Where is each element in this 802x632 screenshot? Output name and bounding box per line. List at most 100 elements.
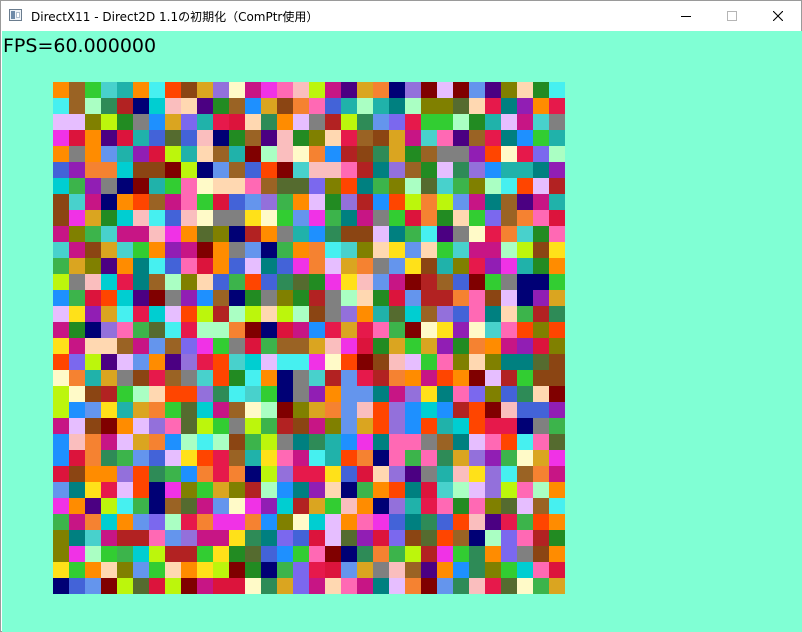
grid-tile [149, 514, 165, 530]
grid-tile [373, 482, 389, 498]
grid-tile [261, 114, 277, 130]
grid-tile [165, 434, 181, 450]
grid-tile [277, 130, 293, 146]
grid-tile [69, 386, 85, 402]
grid-tile [85, 354, 101, 370]
grid-tile [261, 578, 277, 594]
grid-tile [341, 162, 357, 178]
grid-tile [341, 178, 357, 194]
grid-tile [85, 338, 101, 354]
grid-tile [133, 450, 149, 466]
grid-tile [181, 338, 197, 354]
grid-tile [373, 562, 389, 578]
grid-tile [389, 242, 405, 258]
grid-tile [453, 146, 469, 162]
grid-tile [261, 162, 277, 178]
grid-tile [453, 98, 469, 114]
close-button[interactable] [755, 1, 801, 31]
grid-tile [181, 114, 197, 130]
grid-tile [373, 290, 389, 306]
grid-tile [373, 178, 389, 194]
grid-tile [421, 434, 437, 450]
grid-tile [469, 530, 485, 546]
grid-tile [165, 226, 181, 242]
grid-tile [213, 498, 229, 514]
grid-tile [533, 242, 549, 258]
grid-tile [453, 178, 469, 194]
grid-tile [213, 194, 229, 210]
grid-tile [485, 434, 501, 450]
grid-tile [181, 162, 197, 178]
grid-tile [293, 162, 309, 178]
grid-tile [517, 418, 533, 434]
grid-tile [437, 242, 453, 258]
grid-tile [261, 178, 277, 194]
grid-tile [485, 82, 501, 98]
grid-tile [341, 226, 357, 242]
grid-tile [277, 162, 293, 178]
grid-tile [293, 450, 309, 466]
grid-tile [181, 370, 197, 386]
grid-tile [405, 258, 421, 274]
grid-tile [197, 322, 213, 338]
grid-tile [437, 274, 453, 290]
grid-tile [485, 322, 501, 338]
grid-tile [517, 162, 533, 178]
grid-tile [261, 466, 277, 482]
grid-tile [101, 354, 117, 370]
grid-tile [517, 482, 533, 498]
grid-tile [421, 370, 437, 386]
grid-tile [485, 482, 501, 498]
grid-tile [277, 146, 293, 162]
grid-tile [261, 210, 277, 226]
grid-tile [197, 466, 213, 482]
grid-tile [213, 98, 229, 114]
grid-tile [149, 482, 165, 498]
grid-tile [213, 242, 229, 258]
grid-tile [357, 322, 373, 338]
grid-tile [293, 258, 309, 274]
grid-tile [501, 322, 517, 338]
grid-tile [437, 546, 453, 562]
grid-tile [517, 130, 533, 146]
grid-tile [389, 82, 405, 98]
grid-tile [533, 514, 549, 530]
grid-tile [101, 514, 117, 530]
grid-tile [325, 386, 341, 402]
grid-tile [405, 530, 421, 546]
grid-tile [229, 546, 245, 562]
grid-tile [197, 514, 213, 530]
minimize-button[interactable] [663, 1, 709, 31]
grid-tile [149, 530, 165, 546]
grid-tile [165, 482, 181, 498]
grid-tile [85, 370, 101, 386]
grid-tile [469, 274, 485, 290]
grid-tile [53, 242, 69, 258]
grid-tile [453, 434, 469, 450]
grid-tile [485, 258, 501, 274]
grid-tile [325, 146, 341, 162]
grid-tile [245, 210, 261, 226]
grid-tile [101, 482, 117, 498]
grid-tile [469, 210, 485, 226]
grid-tile [197, 290, 213, 306]
grid-tile [437, 578, 453, 594]
grid-tile [309, 82, 325, 98]
maximize-button[interactable] [709, 1, 755, 31]
grid-tile [325, 578, 341, 594]
grid-tile [53, 578, 69, 594]
grid-tile [549, 466, 565, 482]
grid-tile [165, 98, 181, 114]
grid-tile [149, 114, 165, 130]
grid-tile [85, 210, 101, 226]
grid-tile [101, 306, 117, 322]
render-surface[interactable]: FPS=60.000000 [2, 31, 802, 632]
grid-tile [181, 258, 197, 274]
grid-tile [357, 466, 373, 482]
grid-tile [229, 354, 245, 370]
grid-tile [533, 162, 549, 178]
grid-tile [117, 466, 133, 482]
title-bar[interactable]: DirectX11 - Direct2D 1.1の初期化（ComPtr使用） [1, 1, 801, 31]
grid-tile [117, 194, 133, 210]
grid-tile [357, 482, 373, 498]
